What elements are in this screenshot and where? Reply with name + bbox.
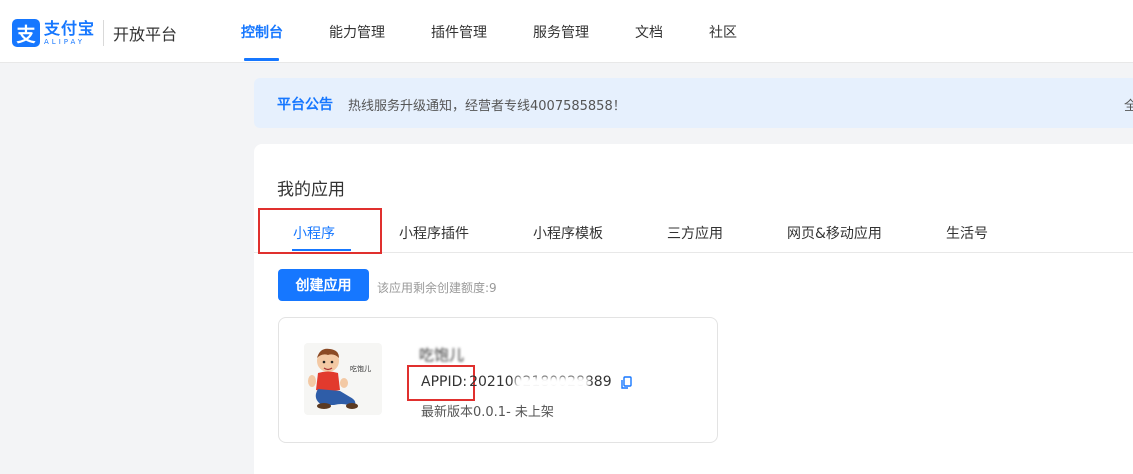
tab-mini-program-template[interactable]: 小程序模板 [533, 223, 603, 243]
my-apps-title: 我的应用 [277, 180, 345, 200]
copy-icon-graphic [620, 375, 632, 389]
appid-highlight-box [407, 365, 475, 401]
svg-text:吃饱儿: 吃饱儿 [350, 364, 371, 373]
main-nav: 控制台 能力管理 插件管理 服务管理 文档 社区 [0, 0, 900, 63]
create-quota-text: 该应用剩余创建额度:9 [377, 281, 497, 295]
nav-item-community[interactable]: 社区 [709, 22, 737, 42]
nav-active-indicator [244, 58, 279, 61]
app-avatar: 吃饱儿 [304, 343, 382, 415]
tab-mini-program-plugin[interactable]: 小程序插件 [399, 223, 469, 243]
create-app-button[interactable]: 创建应用 [278, 269, 369, 301]
announcement-more-link[interactable]: 全 [1124, 95, 1133, 114]
appid-row: APPID: 2021002180028889 [407, 365, 633, 401]
appid-label: APPID: [407, 365, 475, 401]
app-name: 吃饱儿 [419, 346, 465, 364]
nav-item-plugin-management[interactable]: 插件管理 [431, 22, 487, 42]
appid-value: 2021002180028889 [469, 374, 612, 390]
platform-announcement: 平台公告 热线服务升级通知，经营者专线4007585858！ 全 [254, 78, 1133, 128]
tab-life-account[interactable]: 生活号 [946, 223, 988, 243]
nav-item-docs[interactable]: 文档 [635, 22, 663, 42]
top-navigation-bar: 支 支付宝 ALIPAY 开放平台 控制台 能力管理 插件管理 服务管理 文档 … [0, 0, 1133, 63]
cartoon-boy-icon: 吃饱儿 [308, 348, 371, 409]
tab-highlight-box [258, 208, 382, 254]
my-apps-panel: 我的应用 小程序 小程序插件 小程序模板 三方应用 网页&移动应用 生活号 创建… [254, 144, 1133, 474]
app-card[interactable]: 吃饱儿 吃饱儿 APPID: 2021002180028889 最新版本0.0.… [278, 317, 718, 443]
app-type-tabs: 小程序 小程序插件 小程序模板 三方应用 网页&移动应用 生活号 [254, 208, 1133, 254]
nav-item-service-management[interactable]: 服务管理 [533, 22, 589, 42]
appid-redaction [515, 377, 590, 389]
nav-item-console[interactable]: 控制台 [241, 22, 283, 42]
nav-item-capability-management[interactable]: 能力管理 [329, 22, 385, 42]
announcement-title: 平台公告 [277, 97, 333, 113]
tab-web-mobile-app[interactable]: 网页&移动应用 [787, 223, 882, 243]
app-version-status: 最新版本0.0.1- 未上架 [421, 405, 554, 420]
copy-icon[interactable] [620, 375, 633, 389]
tab-third-party-app[interactable]: 三方应用 [667, 223, 723, 243]
announcement-text[interactable]: 热线服务升级通知，经营者专线4007585858！ [348, 95, 626, 114]
